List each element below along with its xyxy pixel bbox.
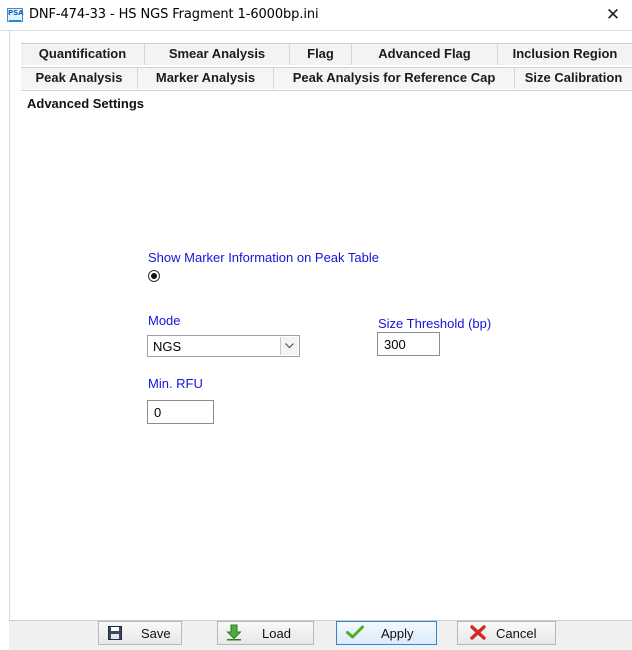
tab-quantification[interactable]: Quantification (21, 44, 145, 65)
min-rfu-label: Min. RFU (148, 376, 203, 391)
tab-marker-analysis[interactable]: Marker Analysis (138, 68, 274, 89)
close-icon: ✕ (605, 5, 621, 25)
tab-row-1: Quantification Smear Analysis Flag Advan… (21, 43, 632, 65)
cancel-button[interactable]: Cancel (457, 621, 556, 645)
tab-advanced-flag[interactable]: Advanced Flag (352, 44, 498, 65)
checkmark-icon (346, 625, 364, 642)
tab-peak-analysis[interactable]: Peak Analysis (21, 68, 138, 89)
download-arrow-icon (226, 624, 242, 644)
save-label: Save (141, 626, 171, 641)
size-threshold-label: Size Threshold (bp) (378, 316, 492, 331)
title-bar: PSA DNF-474-33 - HS NGS Fragment 1-6000b… (0, 0, 632, 31)
close-button[interactable]: ✕ (594, 0, 632, 30)
load-button[interactable]: Load (217, 621, 314, 645)
size-threshold-input[interactable]: 300 (377, 332, 440, 356)
section-title: Advanced Settings (27, 96, 145, 111)
window-title: DNF-474-33 - HS NGS Fragment 1-6000bp.in… (29, 7, 319, 22)
app-icon: PSA (7, 8, 24, 22)
mode-select[interactable]: NGS (147, 335, 300, 357)
floppy-disk-icon (108, 626, 122, 643)
tab-smear-analysis[interactable]: Smear Analysis (145, 44, 290, 65)
content-top-border (21, 90, 632, 91)
radio-selected-dot (151, 273, 157, 279)
mode-value: NGS (153, 339, 182, 354)
tab-size-calibration[interactable]: Size Calibration (515, 68, 632, 89)
settings-window: PSA DNF-474-33 - HS NGS Fragment 1-6000b… (0, 0, 632, 650)
tab-peak-analysis-reference-cap[interactable]: Peak Analysis for Reference Cap (274, 68, 515, 89)
cancel-label: Cancel (496, 626, 537, 641)
show-marker-radio[interactable] (148, 270, 160, 282)
mode-label: Mode (148, 313, 181, 328)
tab-flag[interactable]: Flag (290, 44, 352, 65)
left-border (9, 30, 10, 620)
save-button[interactable]: Save (98, 621, 182, 645)
chevron-down-icon[interactable] (280, 337, 298, 355)
min-rfu-input[interactable]: 0 (147, 400, 214, 424)
show-marker-label: Show Marker Information on Peak Table (148, 250, 379, 265)
apply-button[interactable]: Apply (336, 621, 437, 645)
red-x-icon (470, 625, 486, 643)
tab-inclusion-region[interactable]: Inclusion Region (498, 44, 632, 65)
tab-row-2: Peak Analysis Marker Analysis Peak Analy… (21, 67, 632, 89)
apply-label: Apply (381, 626, 414, 641)
load-label: Load (262, 626, 291, 641)
